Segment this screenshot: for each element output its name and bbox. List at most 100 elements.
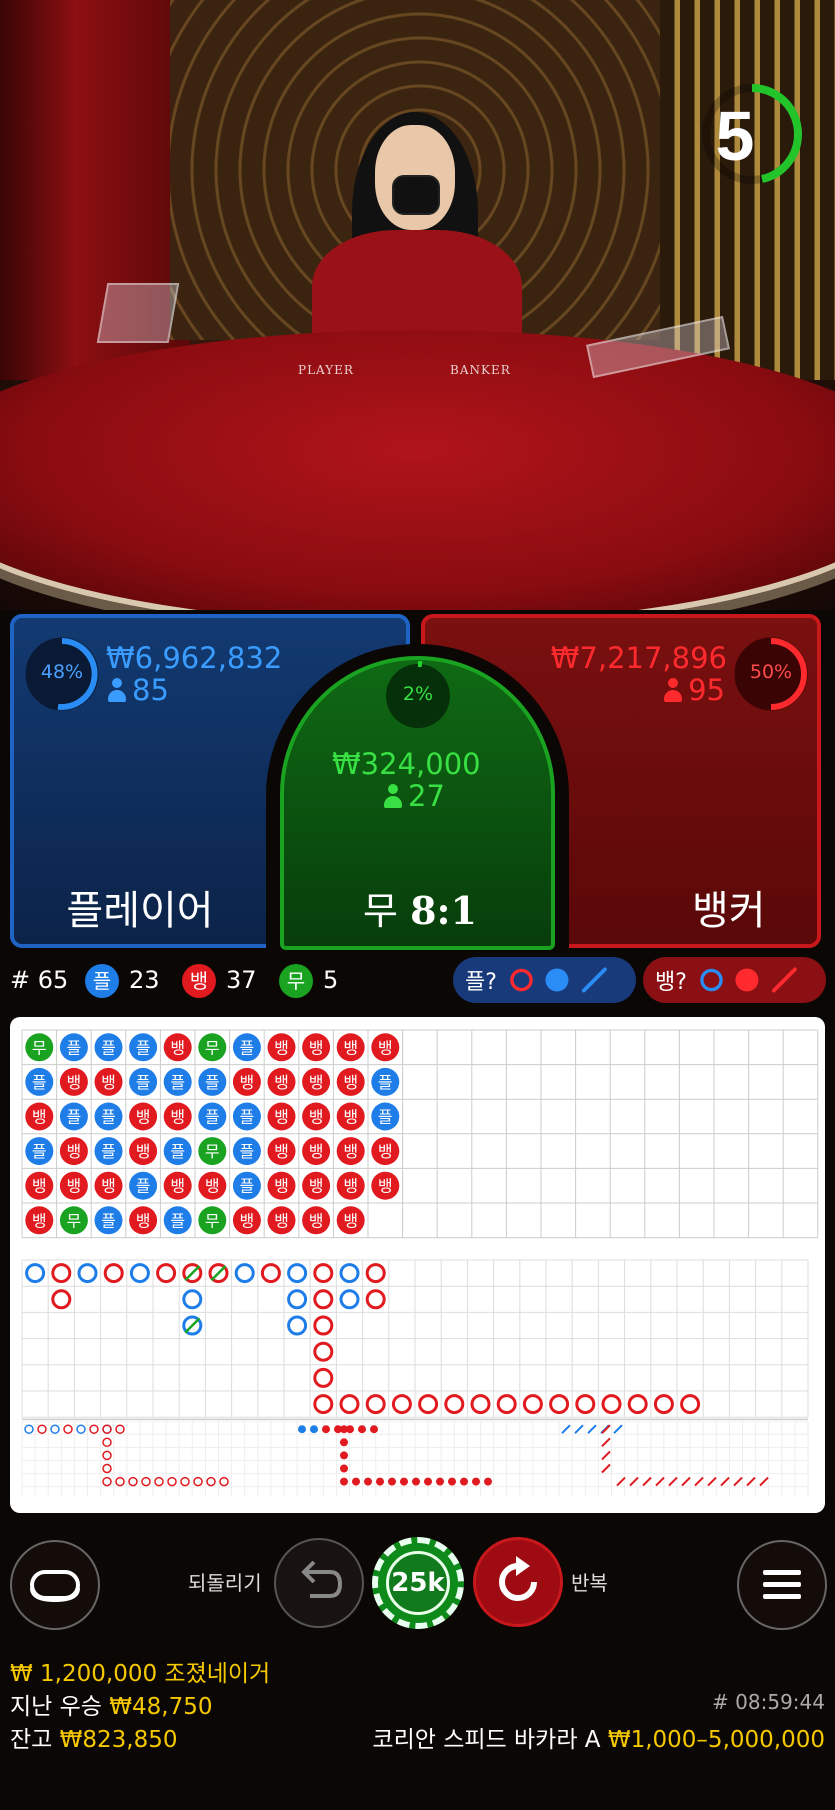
cockroach-dot (400, 1477, 408, 1486)
big-road-mark (653, 1394, 674, 1415)
tie-wins-stat: 무5 (279, 955, 338, 1005)
small-road-mark (37, 1424, 47, 1434)
chat-message: ₩ 1,200,000 조졌네이거 (10, 1661, 271, 1687)
svg-text:플: 플 (170, 1073, 185, 1092)
player-label: 플레이어 (66, 888, 214, 934)
cockroach-dot (460, 1477, 468, 1486)
small-cockroach-slash (668, 1476, 678, 1487)
small-cockroach-slash (561, 1424, 571, 1434)
tie-amount: ₩324,000 (332, 747, 481, 781)
small-road-mark (141, 1476, 151, 1487)
lobby-button[interactable] (10, 1540, 100, 1630)
svg-text:플: 플 (240, 1177, 255, 1196)
cockroach-dot (370, 1425, 378, 1434)
svg-text:뱅: 뱅 (101, 1073, 116, 1092)
svg-text:플: 플 (101, 1211, 116, 1230)
repeat-label: 반복 (571, 1571, 608, 1595)
balance-label: 잔고 (10, 1727, 53, 1753)
table-label-player: PLAYER (298, 363, 354, 377)
ask-banker-preview-icons (700, 967, 797, 993)
bead: 뱅 (25, 1206, 54, 1235)
svg-text:뱅: 뱅 (32, 1177, 47, 1196)
small-road-mark (219, 1476, 229, 1487)
big-road-mark (575, 1394, 596, 1415)
tie-odds: 8:1 (410, 888, 477, 933)
big-road-mark (156, 1263, 177, 1284)
chip-selector[interactable]: 25k (372, 1537, 464, 1629)
menu-button[interactable] (737, 1540, 827, 1630)
big-road-mark (522, 1394, 543, 1415)
big-road-mark (365, 1263, 386, 1284)
svg-text:뱅: 뱅 (136, 1108, 151, 1127)
big-road-mark (77, 1263, 98, 1284)
svg-text:뱅: 뱅 (274, 1073, 289, 1092)
small-road-mark (76, 1424, 86, 1434)
roadmap-svg: 무플뱅플뱅뱅플뱅플뱅뱅무플뱅플플뱅플플플뱅뱅플뱅뱅플뱅플뱅플무플플무뱅무플뱅플플… (21, 1029, 819, 1496)
banker-label: 뱅커 (692, 888, 766, 934)
cockroach-dot (310, 1425, 318, 1434)
bead: 플 (59, 1033, 88, 1062)
small-cockroach-slash (733, 1476, 743, 1487)
big-road-mark (51, 1289, 72, 1310)
banker-bettors: 95 (664, 673, 725, 707)
bead: 무 (198, 1137, 227, 1166)
cockroach-dot (376, 1477, 384, 1486)
bead: 플 (198, 1102, 227, 1131)
shoe-stats: # 65 플 23 뱅 37 무5 플? 뱅? (0, 955, 835, 1005)
bead: 뱅 (94, 1171, 123, 1200)
chip-value: 25k (386, 1551, 450, 1615)
big-road-mark (287, 1315, 308, 1336)
bead: 뱅 (267, 1102, 296, 1131)
svg-text:뱅: 뱅 (343, 1108, 358, 1127)
small-road-mark (193, 1476, 203, 1487)
ask-player-button[interactable]: 플? (453, 957, 636, 1003)
big-road-mark (365, 1394, 386, 1415)
small-cockroach-slash (746, 1476, 756, 1487)
big-road-mark (234, 1263, 255, 1284)
svg-text:플: 플 (136, 1073, 151, 1092)
svg-text:플: 플 (101, 1142, 116, 1161)
small-road-mark (128, 1476, 138, 1487)
player-pct: 48% (40, 661, 84, 683)
bead: 뱅 (371, 1171, 400, 1200)
small-road-mark (206, 1476, 216, 1487)
small-road-mark (24, 1424, 34, 1434)
svg-text:뱅: 뱅 (240, 1073, 255, 1092)
last-win-label: 지난 우승 (10, 1694, 102, 1720)
svg-text:플: 플 (378, 1108, 393, 1127)
undo-button[interactable] (274, 1538, 364, 1628)
bead: 뱅 (25, 1102, 54, 1131)
bead: 뱅 (302, 1102, 331, 1131)
svg-text:뱅: 뱅 (67, 1177, 82, 1196)
dealer-mask (392, 175, 440, 215)
svg-text:뱅: 뱅 (274, 1038, 289, 1057)
svg-text:플: 플 (170, 1142, 185, 1161)
cockroach-dot (298, 1425, 306, 1434)
bead: 뱅 (302, 1206, 331, 1235)
big-road-mark (680, 1394, 701, 1415)
bead: 플 (59, 1102, 88, 1131)
undo-icon (301, 1560, 343, 1598)
small-road-mark (154, 1476, 164, 1487)
svg-text:무: 무 (67, 1211, 82, 1230)
svg-text:플: 플 (170, 1211, 185, 1230)
small-cockroach-slash (655, 1476, 665, 1487)
roadmap-panel[interactable]: 무플뱅플뱅뱅플뱅플뱅뱅무플뱅플플뱅플플플뱅뱅플뱅뱅플뱅플뱅플무플플무뱅무플뱅플플… (10, 1017, 825, 1513)
bead: 뱅 (336, 1067, 365, 1096)
svg-text:뱅: 뱅 (32, 1211, 47, 1230)
svg-text:플: 플 (101, 1108, 116, 1127)
small-road-mark (89, 1424, 99, 1434)
ask-banker-button[interactable]: 뱅? (643, 957, 826, 1003)
bead: 플 (232, 1137, 261, 1166)
tie-bettors: 27 (384, 779, 445, 813)
cockroach-dot (364, 1477, 372, 1486)
banker-amount: ₩7,217,896 (550, 641, 727, 675)
svg-text:플: 플 (101, 1038, 116, 1057)
small-road-mark (63, 1424, 73, 1434)
small-cockroach-slash (613, 1424, 623, 1434)
svg-text:뱅: 뱅 (136, 1142, 151, 1161)
repeat-button[interactable] (473, 1537, 563, 1627)
big-road-mark (313, 1289, 334, 1310)
cockroach-dot (448, 1477, 456, 1486)
small-cockroach-slash (694, 1476, 704, 1487)
